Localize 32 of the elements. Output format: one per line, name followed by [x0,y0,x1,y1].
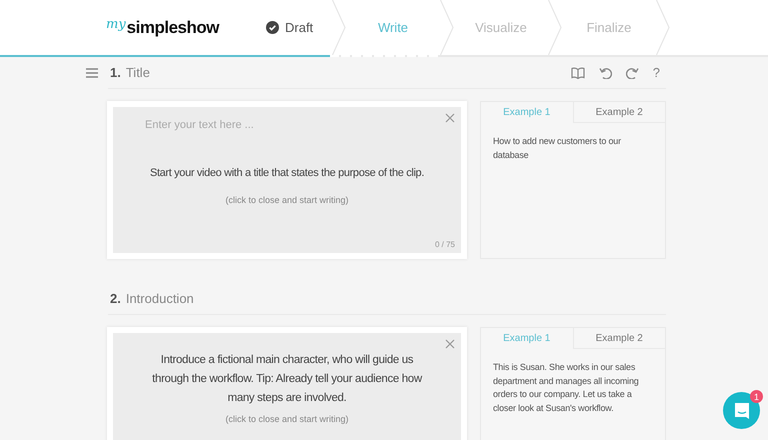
section-title: Title [126,65,150,80]
chat-icon [732,402,750,420]
example-text: How to add new customers to our database [493,135,622,162]
hint-overlay[interactable]: Enter your text here ... Start your video with a title that states the purpose of the clip. (click to close and start writing) 0 / 75 [113,107,461,253]
section-number: 1. [110,65,121,80]
section-number: 2. [110,291,121,306]
example-tab[interactable]: Example 2 [572,102,665,123]
menu-icon[interactable] [86,68,98,78]
close-hint-text: (click to close and start writing) [225,195,349,205]
close-icon[interactable] [445,339,455,349]
notification-badge: 1 [750,390,763,403]
example-text: This is Susan. She works in our sales department and manages all incoming orders to our company. Let us take a closer look at Susan's workflow. [493,361,640,414]
hint-text: Introduce a fictional main character, who will guide us through the workflow. Tip: Already tell your audience how many steps are involved. [151,353,424,406]
hint-text: Start your video with a title that states the purpose of the clip. [150,166,424,181]
example-tab[interactable]: Example 2 [572,328,665,349]
step-tab[interactable]: Draft [228,0,332,55]
section-title: Introduction [126,291,194,306]
check-circle-icon [266,21,279,34]
text-input[interactable]: Enter your text here ... [145,119,305,131]
step-tab[interactable]: Visualize [454,0,548,55]
redo-icon[interactable] [626,66,639,78]
close-icon[interactable] [445,113,455,123]
character-counter: 0 / 75 [434,240,455,249]
chevron-divider [332,0,346,55]
book-icon[interactable] [570,66,585,78]
close-hint-text: (click to close and start writing) [225,414,349,424]
help-icon[interactable]: ? [652,65,660,80]
undo-icon[interactable] [598,66,612,78]
hint-overlay[interactable]: Introduce a fictional main character, who will guide us through the workflow. Tip: Already tell your audience how many steps are involved. (click to close and start writing) [113,333,461,440]
chat-button[interactable]: 1 [723,392,760,429]
step-tab[interactable]: Finalize [562,0,656,55]
step-tab[interactable]: Write [346,0,440,55]
